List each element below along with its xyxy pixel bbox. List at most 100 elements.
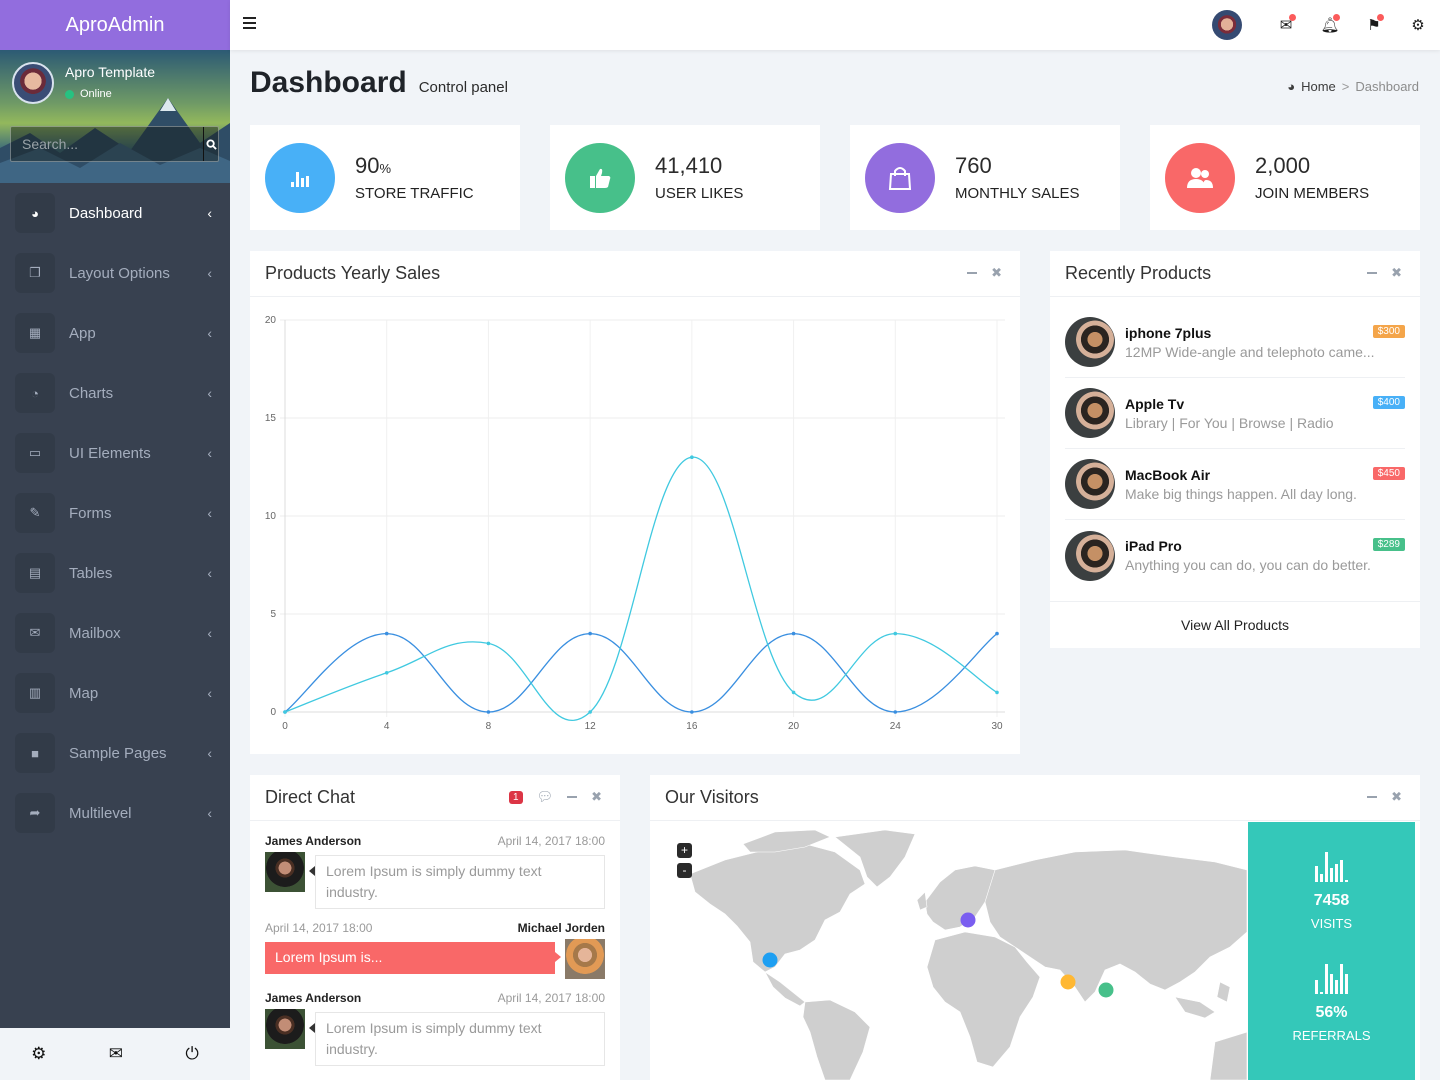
search-button[interactable]	[203, 127, 218, 161]
map-marker[interactable]	[1098, 982, 1114, 998]
search-input[interactable]	[11, 127, 203, 161]
map-marker[interactable]	[1060, 974, 1076, 990]
breadcrumb: ◕ Home > Dashboard	[1287, 79, 1419, 94]
notification-dot	[1289, 14, 1296, 21]
map-icon: ▥	[15, 673, 55, 713]
minimize-icon[interactable]	[1367, 796, 1378, 798]
bar-chart-icon	[265, 142, 335, 213]
sidebar-item-forms[interactable]: ✎ Forms ‹	[0, 483, 230, 543]
minimize-icon[interactable]	[1367, 272, 1378, 274]
share-icon: ➦	[15, 793, 55, 833]
sidebar-item-tables[interactable]: ▤ Tables ‹	[0, 543, 230, 603]
sidebar-item-mailbox[interactable]: ✉ Mailbox ‹	[0, 603, 230, 663]
sidebar-item-label: Charts	[69, 384, 114, 402]
chevron-left-icon: ‹	[207, 265, 212, 281]
sidebar-item-dashboard[interactable]: ◕ Dashboard ‹	[0, 183, 230, 243]
sidebar-item-app[interactable]: ▦ App ‹	[0, 303, 230, 363]
map-zoom-out-button[interactable]: -	[677, 863, 692, 878]
grid-icon: ▦	[15, 313, 55, 353]
view-all-products-link[interactable]: View All Products	[1050, 601, 1420, 648]
stat-card-monthly-sales: 760 MONTHLY SALES	[850, 125, 1120, 230]
power-icon[interactable]: ⏻	[185, 1044, 198, 1064]
notifications-button[interactable]: 🔔︎	[1308, 0, 1352, 50]
settings-button[interactable]: ⚙	[1396, 0, 1440, 50]
sidebar-item-map[interactable]: ▥ Map ‹	[0, 663, 230, 723]
visits-value: 7458	[1313, 892, 1350, 909]
close-icon[interactable]: ✖	[1391, 265, 1402, 281]
product-name[interactable]: MacBook Air	[1125, 467, 1405, 483]
sidebar-item-sample-pages[interactable]: ■ Sample Pages ‹	[0, 723, 230, 783]
data-point	[995, 631, 999, 636]
user-name[interactable]: Apro Template	[65, 64, 155, 80]
product-name[interactable]: iphone 7plus	[1125, 325, 1405, 341]
product-item[interactable]: MacBook Air Make big things happen. All d…	[1065, 449, 1405, 520]
data-point	[893, 631, 898, 636]
dashboard-icon: ◕	[1287, 79, 1296, 94]
map-marker[interactable]	[762, 952, 778, 968]
product-item[interactable]: iPad Pro Anything you can do, you can do …	[1065, 520, 1405, 591]
chevron-left-icon: ‹	[207, 625, 212, 641]
recent-products-box: Recently Products ✖ iphone 7plus 12MP Wid…	[1050, 251, 1420, 648]
x-tick-label: 12	[585, 721, 597, 732]
chat-message-meta: James Anderson April 14, 2017 18:00	[265, 834, 605, 848]
flags-button[interactable]: ⚑	[1352, 0, 1396, 50]
notification-dot	[1377, 14, 1384, 21]
price-badge: $450	[1372, 466, 1405, 480]
messages-button[interactable]: ✉	[1264, 0, 1308, 50]
close-icon[interactable]: ✖	[991, 265, 1002, 281]
price-badge: $400	[1372, 395, 1405, 409]
chevron-left-icon: ‹	[207, 805, 212, 821]
price-badge: $300	[1372, 324, 1405, 338]
data-point	[486, 641, 491, 646]
hamburger-menu-icon[interactable]	[243, 17, 256, 29]
breadcrumb-home[interactable]: Home	[1301, 79, 1336, 94]
sidebar-item-charts[interactable]: ◔ Charts ‹	[0, 363, 230, 423]
product-item[interactable]: Apple Tv Library | For You | Browse | Rad…	[1065, 378, 1405, 449]
sidebar-item-label: Map	[69, 684, 99, 702]
close-icon[interactable]: ✖	[1391, 789, 1402, 805]
world-map[interactable]: + -	[655, 822, 1247, 1080]
visits-stat: 7458 VISITS	[1248, 852, 1415, 931]
close-icon[interactable]: ✖	[591, 789, 602, 805]
chat-avatar	[565, 939, 605, 979]
minimize-icon[interactable]	[967, 272, 978, 274]
map-zoom-in-button[interactable]: +	[677, 843, 692, 858]
product-image	[1065, 388, 1115, 438]
stat-card-user-likes: 41,410 USER LIKES	[550, 125, 820, 230]
stat-label: STORE TRAFFIC	[355, 185, 474, 202]
chevron-left-icon: ‹	[207, 745, 212, 761]
sidebar-search	[10, 126, 219, 162]
x-tick-label: 30	[991, 721, 1003, 732]
comments-icon[interactable]: 💬︎	[537, 789, 554, 805]
user-avatar[interactable]	[12, 62, 54, 104]
x-tick-label: 20	[788, 721, 800, 732]
minimize-icon[interactable]	[567, 796, 578, 798]
sidebar-item-label: Multilevel	[69, 804, 132, 822]
folder-icon: ■	[15, 733, 55, 773]
stat-label: JOIN MEMBERS	[1255, 185, 1370, 202]
online-dot-icon	[65, 89, 74, 99]
series-line-2	[284, 456, 998, 721]
product-name[interactable]: Apple Tv	[1125, 396, 1405, 412]
sidebar-item-layout-options[interactable]: ❐ Layout Options ‹	[0, 243, 230, 303]
user-profile-panel: Apro Template Online	[0, 50, 230, 183]
x-tick-label: 24	[890, 721, 902, 732]
product-item[interactable]: iphone 7plus 12MP Wide-angle and telephot…	[1065, 307, 1405, 378]
user-avatar-small[interactable]	[1212, 10, 1242, 40]
product-name[interactable]: iPad Pro	[1125, 538, 1405, 554]
sidebar-item-label: Dashboard	[69, 204, 143, 222]
app-logo[interactable]: AproAdmin	[0, 0, 230, 50]
map-marker[interactable]	[960, 912, 976, 928]
product-image	[1065, 317, 1115, 367]
world-map-svg	[689, 829, 1247, 1080]
envelope-icon[interactable]: ✉	[109, 1044, 123, 1064]
data-point	[690, 710, 694, 714]
chat-message-bubble: Lorem Ipsum is...	[265, 942, 561, 974]
y-tick-label: 10	[265, 511, 277, 522]
series-line-1	[284, 632, 998, 713]
sidebar-item-multilevel[interactable]: ➦ Multilevel ‹	[0, 783, 230, 843]
sidebar-item-ui-elements[interactable]: ▭ UI Elements ‹	[0, 423, 230, 483]
chevron-left-icon: ‹	[207, 505, 212, 521]
shopping-bag-icon	[865, 142, 935, 213]
gear-icon[interactable]: ⚙	[31, 1044, 46, 1064]
